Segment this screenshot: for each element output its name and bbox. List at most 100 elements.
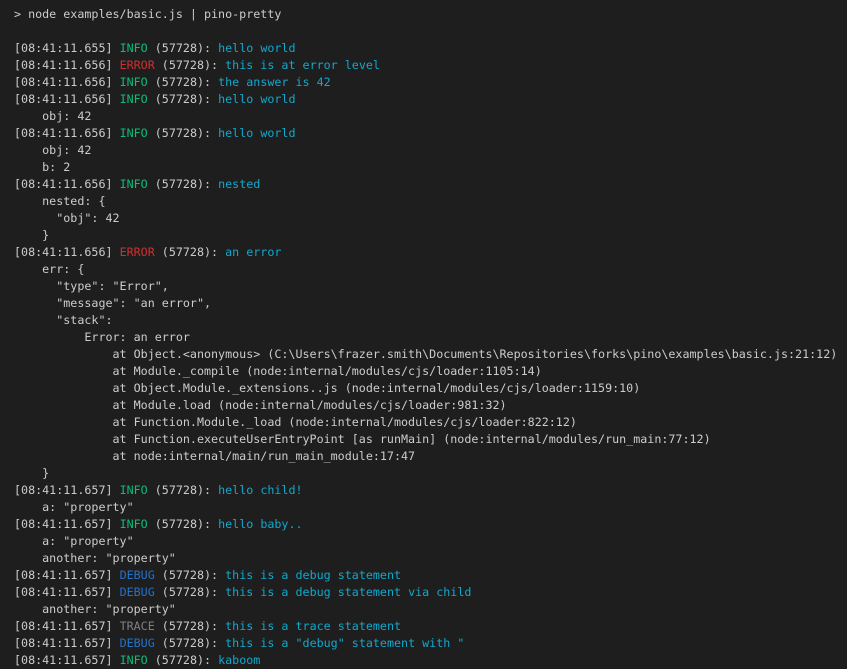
terminal-line: } [14,227,847,244]
log-segment-debug: DEBUG [120,568,155,582]
log-segment-default: [08:41:11.656] [14,177,120,191]
terminal-line: at Function.executeUserEntryPoint [as ru… [14,431,847,448]
log-segment-info: INFO [120,177,148,191]
log-segment-default: [08:41:11.657] [14,636,120,650]
log-segment-info: INFO [120,75,148,89]
log-segment-message: an error [225,245,281,259]
log-segment-message: this is a trace statement [225,619,401,633]
log-segment-debug: DEBUG [120,585,155,599]
terminal-line: [08:41:11.656] INFO (57728): hello world [14,125,847,142]
terminal-line: [08:41:11.657] INFO (57728): hello baby.… [14,516,847,533]
log-segment-info: INFO [120,92,148,106]
log-segment-default: "type": "Error", [14,279,169,293]
log-segment-default: [08:41:11.656] [14,75,120,89]
log-segment-message: hello baby.. [218,517,302,531]
log-segment-default: [08:41:11.657] [14,517,120,531]
log-segment-default: at Function.executeUserEntryPoint [as ru… [14,432,711,446]
log-segment-default: nested: { [14,194,105,208]
log-segment-default: another: "property" [14,602,176,616]
terminal-line: [08:41:11.656] INFO (57728): nested [14,176,847,193]
log-segment-info: INFO [120,653,148,667]
terminal-line: [08:41:11.657] INFO (57728): hello child… [14,482,847,499]
terminal-window: > node examples/basic.js | pino-pretty [… [0,0,847,669]
log-segment-info: INFO [120,517,148,531]
log-segment-default: another: "property" [14,551,176,565]
log-segment-message: hello world [218,92,295,106]
log-segment-default: at Object.Module._extensions..js (node:i… [14,381,640,395]
log-segment-default: [08:41:11.656] [14,58,120,72]
terminal-line: [08:41:11.656] ERROR (57728): an error [14,244,847,261]
log-segment-default: err: { [14,262,84,276]
terminal-line: b: 2 [14,159,847,176]
log-segment-default: (57728): [148,92,218,106]
log-segment-debug: DEBUG [120,636,155,650]
log-segment-default: "stack": [14,313,113,327]
log-segment-default: (57728): [148,41,218,55]
terminal-line: at Function.Module._load (node:internal/… [14,414,847,431]
log-segment-info: INFO [120,483,148,497]
log-segment-default: (57728): [155,58,225,72]
log-segment-default: at Function.Module._load (node:internal/… [14,415,577,429]
log-segment-default: (57728): [148,653,218,667]
terminal-output: [08:41:11.655] INFO (57728): hello world… [14,40,847,669]
terminal-line: [08:41:11.657] DEBUG (57728): this is a … [14,567,847,584]
terminal-line: [08:41:11.656] INFO (57728): hello world [14,91,847,108]
terminal-line: obj: 42 [14,108,847,125]
log-segment-default: a: "property" [14,500,134,514]
log-segment-default: [08:41:11.657] [14,619,120,633]
log-segment-default: at Module.load (node:internal/modules/cj… [14,398,507,412]
log-segment-default: [08:41:11.657] [14,653,120,667]
log-segment-message: this is at error level [225,58,380,72]
log-segment-default: [08:41:11.657] [14,585,120,599]
log-segment-default: (57728): [155,636,225,650]
log-segment-default: [08:41:11.655] [14,41,120,55]
log-segment-error: ERROR [120,245,155,259]
log-segment-default: b: 2 [14,160,70,174]
terminal-line: [08:41:11.657] DEBUG (57728): this is a … [14,635,847,652]
log-segment-default: (57728): [148,517,218,531]
log-segment-default: "message": "an error", [14,296,211,310]
log-segment-default: (57728): [155,585,225,599]
terminal-line: at Object.Module._extensions..js (node:i… [14,380,847,397]
log-segment-default: "obj": 42 [14,211,120,225]
terminal-line: [08:41:11.657] INFO (57728): kaboom [14,652,847,669]
log-segment-message: kaboom [218,653,260,667]
blank-line [14,23,847,40]
terminal-line: "type": "Error", [14,278,847,295]
log-segment-message: nested [218,177,260,191]
terminal-line: "obj": 42 [14,210,847,227]
terminal-line: a: "property" [14,499,847,516]
log-segment-default: } [14,466,49,480]
terminal-line: at Module.load (node:internal/modules/cj… [14,397,847,414]
log-segment-default: (57728): [155,245,225,259]
log-segment-default: [08:41:11.657] [14,568,120,582]
log-segment-default: Error: an error [14,330,190,344]
terminal-line: [08:41:11.656] INFO (57728): the answer … [14,74,847,91]
terminal-line: at Object.<anonymous> (C:\Users\frazer.s… [14,346,847,363]
terminal-line: "stack": [14,312,847,329]
terminal-line: obj: 42 [14,142,847,159]
log-segment-message: hello world [218,126,295,140]
terminal-line: at Module._compile (node:internal/module… [14,363,847,380]
terminal-line: "message": "an error", [14,295,847,312]
terminal-line: Error: an error [14,329,847,346]
log-segment-default: (57728): [148,75,218,89]
terminal-line: [08:41:11.655] INFO (57728): hello world [14,40,847,57]
log-segment-default: } [14,228,49,242]
terminal-line: } [14,465,847,482]
terminal-line: [08:41:11.657] TRACE (57728): this is a … [14,618,847,635]
log-segment-default: (57728): [155,619,225,633]
log-segment-default: (57728): [148,483,218,497]
log-segment-message: hello child! [218,483,302,497]
log-segment-default: at Object.<anonymous> (C:\Users\frazer.s… [14,347,837,361]
log-segment-default: obj: 42 [14,143,91,157]
log-segment-default: (57728): [155,568,225,582]
terminal-line: [08:41:11.656] ERROR (57728): this is at… [14,57,847,74]
log-segment-default: (57728): [148,126,218,140]
log-segment-message: this is a debug statement [225,568,401,582]
log-segment-default: [08:41:11.657] [14,483,120,497]
log-segment-default: [08:41:11.656] [14,245,120,259]
log-segment-default: [08:41:11.656] [14,126,120,140]
log-segment-message: hello world [218,41,295,55]
terminal-line: nested: { [14,193,847,210]
